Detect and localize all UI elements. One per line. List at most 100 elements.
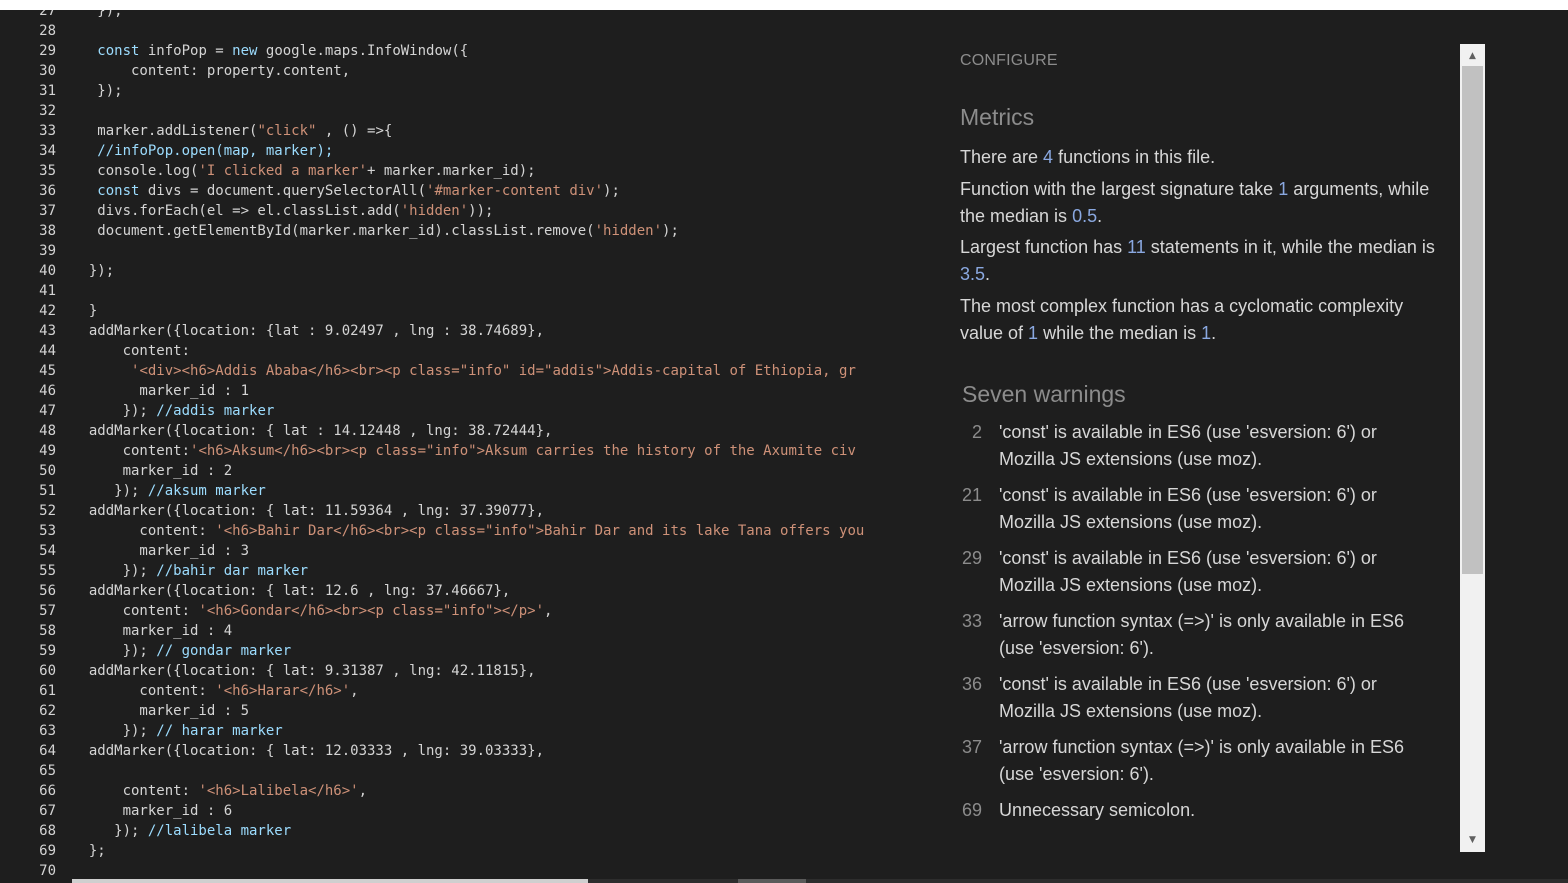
code-line[interactable]: marker_id : 3 [72, 541, 249, 561]
line-number: 33 [39, 123, 56, 139]
line-number: 28 [39, 23, 56, 39]
line-number: 49 [39, 443, 56, 459]
code-line[interactable]: addMarker({location: { lat: 12.03333 , l… [72, 741, 544, 761]
warning-item[interactable]: 29 'const' is available in ES6 (use 'esve… [944, 545, 1454, 605]
code-line[interactable]: marker_id : 2 [72, 461, 233, 481]
warning-item[interactable]: 69 Unnecessary semicolon. [944, 797, 1454, 851]
metrics-signature-line2: the median is 0.5. [960, 203, 1460, 230]
scrollbar-thumb[interactable] [1462, 66, 1483, 574]
code-line[interactable]: addMarker({location: { lat : 14.12448 , … [72, 421, 553, 441]
warning-message-continued: Mozilla JS extensions (use moz). [999, 575, 1263, 595]
code-line[interactable]: content: '<h6>Harar</h6>', [72, 681, 358, 701]
vertical-scrollbar[interactable]: ▲ ▼ [1460, 44, 1485, 852]
metric-value: 11 [1127, 237, 1146, 257]
warning-message: 'arrow function syntax (=>)' is only ava… [999, 611, 1405, 631]
line-number: 55 [39, 563, 56, 579]
code-line[interactable]: marker_id : 4 [72, 621, 233, 641]
line-number: 58 [39, 623, 56, 639]
line-number: 37 [39, 203, 56, 219]
scroll-up-arrow-icon[interactable]: ▲ [1460, 46, 1485, 66]
metrics-statements-line2: 3.5. [960, 261, 1460, 288]
code-line[interactable]: marker_id : 1 [72, 381, 249, 401]
code-line[interactable]: console.log('I clicked a marker'+ marker… [72, 161, 535, 181]
warning-item[interactable]: 37 'arrow function syntax (=>)' is only a… [944, 734, 1454, 794]
line-number: 48 [39, 423, 56, 439]
code-line[interactable]: }; [72, 841, 106, 861]
warning-line-number[interactable]: 36 [944, 671, 982, 698]
code-line[interactable]: divs.forEach(el => el.classList.add('hid… [72, 201, 493, 221]
warning-line-number[interactable]: 29 [944, 545, 982, 572]
code-line[interactable]: '<div><h6>Addis Ababa</h6><br><p class="… [72, 361, 856, 381]
warning-line-number[interactable]: 21 [944, 482, 982, 509]
warning-line-number[interactable]: 33 [944, 608, 982, 635]
code-line[interactable]: } [72, 301, 97, 321]
horizontal-scrollbar[interactable] [72, 879, 1568, 883]
code-line[interactable]: content: '<h6>Bahir Dar</h6><br><p class… [72, 521, 864, 541]
scroll-down-arrow-icon[interactable]: ▼ [1460, 830, 1485, 850]
line-number: 57 [39, 603, 56, 619]
horizontal-scrollbar-marker [738, 879, 806, 883]
code-line[interactable]: const infoPop = new google.maps.InfoWind… [72, 41, 468, 61]
code-line[interactable]: addMarker({location: {lat : 9.02497 , ln… [72, 321, 544, 341]
warning-item[interactable]: 36 'const' is available in ES6 (use 'esve… [944, 671, 1454, 731]
warning-message: Unnecessary semicolon. [999, 800, 1196, 820]
line-number: 56 [39, 583, 56, 599]
metric-text: functions in this file. [1053, 147, 1216, 167]
line-number: 29 [39, 43, 56, 59]
line-number-gutter: 27 28 29 30 31 32 33 34 35 36 37 38 39 40 41 42 43 44 45 46… [0, 10, 62, 883]
code-line[interactable]: }); [72, 10, 122, 21]
line-number: 63 [39, 723, 56, 739]
code-line[interactable]: }); //addis marker [72, 401, 275, 421]
line-number: 43 [39, 323, 56, 339]
line-number: 69 [39, 843, 56, 859]
metric-text: There are [960, 147, 1044, 167]
warning-line-number[interactable]: 2 [944, 419, 982, 446]
code-line[interactable]: }); //lalibela marker [72, 821, 291, 841]
metric-value: 1 [1201, 323, 1212, 343]
line-number: 65 [39, 763, 56, 779]
code-line[interactable]: addMarker({location: { lat: 9.31387 , ln… [72, 661, 536, 681]
code-line[interactable]: marker.addListener("click" , () =>{ [72, 121, 392, 141]
code-line[interactable]: content: [72, 341, 190, 361]
code-line[interactable]: content: '<h6>Lalibela</h6>', [72, 781, 367, 801]
warning-item[interactable]: 33 'arrow function syntax (=>)' is only a… [944, 608, 1454, 668]
warning-message-continued: (use 'esversion: 6'). [999, 764, 1154, 784]
code-line[interactable]: }); //bahir dar marker [72, 561, 308, 581]
warning-item[interactable]: 2 'const' is available in ES6 (use 'esver… [944, 419, 1454, 479]
line-number: 53 [39, 523, 56, 539]
warning-message: 'const' is available in ES6 (use 'esvers… [999, 674, 1377, 694]
line-number: 34 [39, 143, 56, 159]
metric-text: . [1211, 323, 1217, 343]
code-line[interactable]: }); //aksum marker [72, 481, 266, 501]
code-line[interactable]: }); [72, 261, 114, 281]
code-line[interactable]: //infoPop.open(map, marker); [72, 141, 333, 161]
code-line[interactable]: }); [72, 81, 122, 101]
warning-item[interactable]: 21 'const' is available in ES6 (use 'esve… [944, 482, 1454, 542]
code-area[interactable]: }); const infoPop = new google.maps.Info… [72, 10, 930, 883]
line-number: 60 [39, 663, 56, 679]
code-line[interactable]: }); // harar marker [72, 721, 283, 741]
code-line[interactable]: }); // gondar marker [72, 641, 292, 661]
code-line[interactable]: marker_id : 5 [72, 701, 249, 721]
line-number: 66 [39, 783, 56, 799]
code-line[interactable]: content: '<h6>Gondar</h6><br><p class="i… [72, 601, 553, 621]
code-line[interactable]: content: property.content, [72, 61, 350, 81]
metric-text: statements in it, while the median is [1145, 237, 1435, 257]
code-line[interactable]: addMarker({location: { lat: 12.6 , lng: … [72, 581, 510, 601]
code-line[interactable]: marker_id : 6 [72, 801, 233, 821]
line-number: 52 [39, 503, 56, 519]
warning-line-number[interactable]: 69 [944, 797, 982, 824]
code-line[interactable]: document.getElementById(marker.marker_id… [72, 221, 679, 241]
metrics-statements-line1: Largest function has 11 statements in it… [960, 234, 1460, 261]
warning-message-continued: Mozilla JS extensions (use moz). [999, 701, 1263, 721]
code-line[interactable]: const divs = document.querySelectorAll('… [72, 181, 620, 201]
warning-line-number[interactable]: 37 [944, 734, 982, 761]
line-number: 64 [39, 743, 56, 759]
code-line[interactable]: content:'<h6>Aksum</h6><br><p class="inf… [72, 441, 856, 461]
configure-link[interactable]: CONFIGURE [960, 52, 1058, 70]
horizontal-scrollbar-thumb[interactable] [72, 879, 588, 883]
line-number: 68 [39, 823, 56, 839]
code-line[interactable]: addMarker({location: { lat: 11.59364 , l… [72, 501, 544, 521]
metric-value: 1 [1028, 323, 1039, 343]
line-number: 27 [39, 10, 56, 19]
